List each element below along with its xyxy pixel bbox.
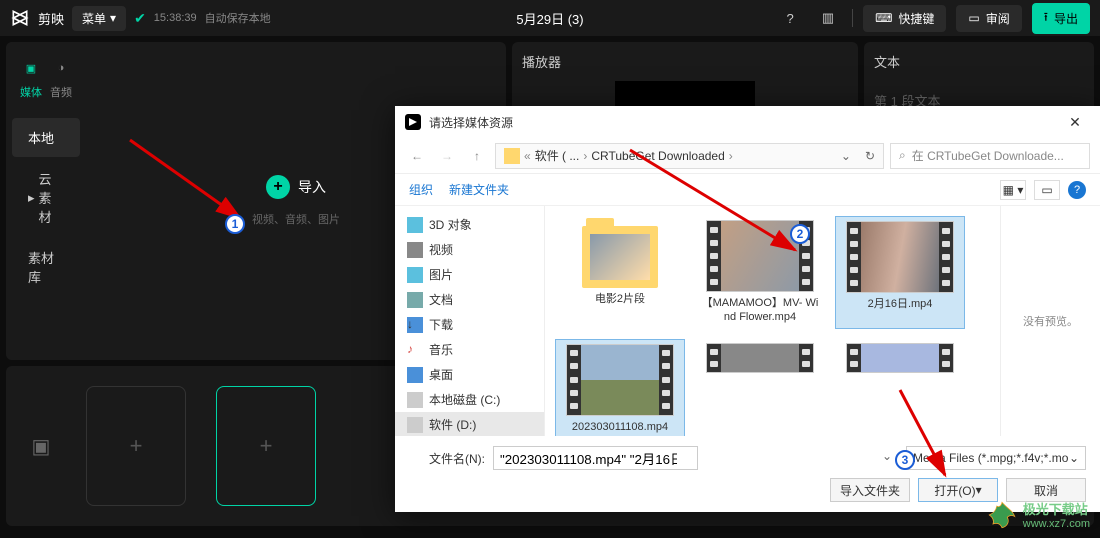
breadcrumb[interactable]: « 软件 ( ... › CRTubeGet Downloaded › ⌄ ↻ [495, 143, 884, 169]
new-folder-button[interactable]: 新建文件夹 [449, 181, 509, 198]
annotation-badge-2: 2 [790, 224, 810, 244]
audio-icon: ◑ [49, 56, 73, 80]
tab-media[interactable]: ▣ 媒体 [19, 56, 43, 100]
annotation-badge-3: 3 [895, 450, 915, 470]
layout-icon[interactable]: ▥ [814, 4, 842, 32]
file-item-selected[interactable]: 2月16日.mp4 [835, 216, 965, 329]
annotation-badge-1: 1 [225, 214, 245, 234]
tree-item-desktop[interactable]: 桌面 [395, 362, 544, 387]
play-rect-icon: ▭ [968, 11, 979, 25]
import-folder-button[interactable]: 导入文件夹 [830, 478, 910, 502]
dialog-titlebar: 请选择媒体资源 ✕ [395, 106, 1100, 138]
track-slot-active[interactable]: + [216, 386, 316, 506]
nav-up-icon[interactable]: ↑ [465, 144, 489, 168]
chevron-down-icon[interactable]: ⌄ [841, 149, 851, 163]
file-item-folder[interactable]: 电影2片段 [555, 216, 685, 329]
tree-item-downloads[interactable]: ↓下载 [395, 312, 544, 337]
video-thumb-icon [846, 221, 954, 293]
upload-icon: ⭱ [1044, 8, 1048, 29]
add-track-button[interactable]: ▣ [26, 431, 56, 461]
help-icon[interactable]: ? [776, 4, 804, 32]
close-button[interactable]: ✕ [1060, 107, 1090, 137]
dialog-title: 请选择媒体资源 [429, 114, 513, 131]
app-name: 剪映 [38, 9, 64, 28]
sidebar-item-cloud[interactable]: ▸ 云素材 [12, 159, 80, 236]
chevron-down-icon: ▾ [110, 11, 116, 25]
file-item[interactable] [695, 339, 825, 436]
dialog-app-icon [405, 114, 421, 130]
top-bar: 剪映 菜单▾ ✔ 15:38:39 自动保存本地 5月29日 (3) ? ▥ ⌨… [0, 0, 1100, 36]
dialog-nav: ← → ↑ « 软件 ( ... › CRTubeGet Downloaded … [395, 138, 1100, 174]
text-title: 文本 [874, 52, 1084, 71]
document-title[interactable]: 5月29日 (3) [516, 9, 583, 28]
keyboard-icon: ⌨ [875, 11, 892, 25]
left-sidebar: ▣ 媒体 ◑ 音频 本地 ▸ 云素材 素材库 [6, 42, 86, 360]
search-icon: ⌕ [899, 148, 906, 163]
sidebar-item-library[interactable]: 素材库 [12, 238, 80, 296]
separator [852, 9, 853, 27]
review-button[interactable]: ▭ 审阅 [956, 5, 1021, 32]
video-thumb-icon [706, 343, 814, 373]
filename-input[interactable] [493, 446, 698, 470]
folder-tree[interactable]: 3D 对象 视频 图片 文档 ↓下载 ♪音乐 桌面 本地磁盘 (C:) 软件 (… [395, 206, 545, 436]
player-title: 播放器 [522, 52, 848, 71]
tree-item-music[interactable]: ♪音乐 [395, 337, 544, 362]
file-item[interactable] [835, 339, 965, 436]
organize-button[interactable]: 组织 [409, 181, 433, 198]
export-button[interactable]: ⭱ 导出 [1032, 3, 1090, 34]
check-icon: ✔ [134, 10, 146, 27]
folder-icon [504, 148, 520, 164]
folder-thumb-icon [582, 226, 658, 288]
filename-label: 文件名(N): [409, 450, 485, 467]
nav-forward-icon[interactable]: → [435, 144, 459, 168]
sidebar-item-local[interactable]: 本地 [12, 118, 80, 157]
view-mode-button[interactable]: ▦ ▾ [1000, 180, 1026, 200]
preview-pane: 没有预览。 [1000, 206, 1100, 436]
tab-audio[interactable]: ◑ 音频 [49, 56, 73, 100]
preview-toggle-button[interactable]: ▭ [1034, 180, 1060, 200]
dialog-toolbar: 组织 新建文件夹 ▦ ▾ ▭ ? [395, 174, 1100, 206]
file-filter-select[interactable]: Media Files (*.mpg;*.f4v;*.mo⌄ [906, 446, 1086, 470]
refresh-icon[interactable]: ↻ [865, 149, 875, 163]
save-status: 自动保存本地 [205, 10, 271, 26]
menu-button[interactable]: 菜单▾ [72, 6, 126, 31]
search-input[interactable]: ⌕ 在 CRTubeGet Downloade... [890, 143, 1090, 169]
file-item-selected[interactable]: 202303011108.mp4 [555, 339, 685, 436]
help-icon[interactable]: ? [1068, 181, 1086, 199]
tree-item-docs[interactable]: 文档 [395, 287, 544, 312]
tree-item-video[interactable]: 视频 [395, 237, 544, 262]
chevron-down-icon: ⌄ [1069, 451, 1079, 465]
import-hint: 视频、音频、图片 [252, 211, 340, 227]
tree-item-disk-d[interactable]: 软件 (D:) [395, 412, 544, 436]
save-time: 15:38:39 [154, 12, 197, 24]
file-list[interactable]: 电影2片段 【MAMAMOO】MV- Wind Flower.mp4 2月16日… [545, 206, 1000, 436]
video-thumb-icon [566, 344, 674, 416]
tree-item-3d[interactable]: 3D 对象 [395, 212, 544, 237]
app-logo-icon [10, 8, 30, 28]
dialog-body: 3D 对象 视频 图片 文档 ↓下载 ♪音乐 桌面 本地磁盘 (C:) 软件 (… [395, 206, 1100, 436]
file-dialog: 请选择媒体资源 ✕ ← → ↑ « 软件 ( ... › CRTubeGet D… [395, 106, 1100, 512]
watermark-icon [987, 500, 1017, 530]
watermark: 极光下载站 www.xz7.com [987, 499, 1090, 530]
video-thumb-icon [846, 343, 954, 373]
import-button[interactable]: + 导入 [266, 175, 326, 199]
track-slot[interactable]: + [86, 386, 186, 506]
tree-item-pictures[interactable]: 图片 [395, 262, 544, 287]
tree-item-disk-c[interactable]: 本地磁盘 (C:) [395, 387, 544, 412]
shortcut-button[interactable]: ⌨ 快捷键 [863, 5, 946, 32]
plus-icon: + [266, 175, 290, 199]
media-icon: ▣ [19, 56, 43, 80]
nav-back-icon[interactable]: ← [405, 144, 429, 168]
